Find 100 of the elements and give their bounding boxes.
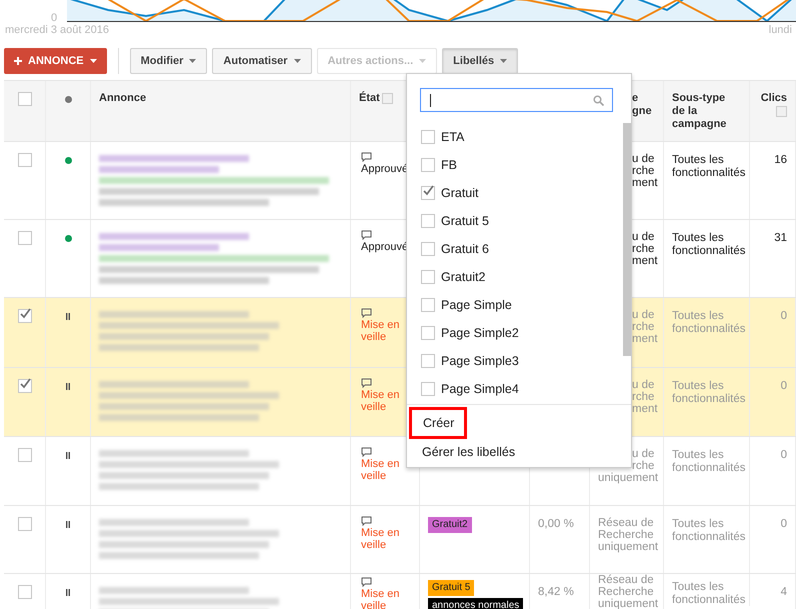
- campaign-type-text: ment: [632, 403, 655, 415]
- date-label: mercredi 3 août 2016: [5, 24, 109, 36]
- scrollbar-thumb[interactable]: [623, 123, 631, 356]
- label-tag: annonces normales: [428, 598, 524, 609]
- caret-icon: [500, 59, 508, 63]
- campaign-subtype-text: Toutes les fonctionnalités: [672, 518, 746, 543]
- status-text: Mise en veille: [361, 458, 401, 482]
- checkbox[interactable]: [18, 379, 32, 393]
- label-option[interactable]: Page Simple2: [407, 319, 619, 347]
- checkbox[interactable]: [421, 130, 435, 144]
- checkbox[interactable]: [421, 186, 435, 200]
- campaign-type-text: rche: [632, 243, 655, 255]
- checkbox[interactable]: [421, 214, 435, 228]
- campaign-subtype-text: Toutes les fonctionnalités: [672, 310, 746, 335]
- campaign-subtype-text: Toutes les fonctionnalités: [672, 380, 746, 405]
- clicks-value: 0: [780, 518, 787, 530]
- checkbox[interactable]: [421, 242, 435, 256]
- toolbar-button[interactable]: Libellés: [442, 48, 518, 74]
- status-text: Approuvé: [361, 241, 407, 253]
- toolbar-button[interactable]: Automatiser: [212, 48, 312, 74]
- campaign-type-text: rche: [632, 391, 655, 403]
- caret-icon: [294, 59, 301, 63]
- comment-icon: [361, 447, 372, 457]
- checkbox[interactable]: [18, 585, 32, 599]
- axis-tick-label: 0: [51, 12, 58, 24]
- label-option[interactable]: ETA: [407, 123, 619, 151]
- comment-icon: [361, 577, 372, 587]
- clicks-value: 0: [780, 380, 787, 392]
- label-option[interactable]: Page Simple4: [407, 375, 619, 403]
- campaign-type-text: u de: [632, 448, 655, 460]
- campaign-type-text: ment: [632, 255, 655, 267]
- checkbox[interactable]: [421, 158, 435, 172]
- checkbox[interactable]: [18, 92, 32, 106]
- campaign-subtype-text: Toutes les fonctionnalités: [672, 232, 746, 257]
- text-cursor: [430, 94, 431, 107]
- caret-icon: [189, 59, 196, 63]
- clicks-value: 4: [780, 586, 787, 598]
- comment-icon: [361, 378, 372, 388]
- checkbox[interactable]: [18, 448, 32, 462]
- campaign-type-text: ment: [632, 333, 655, 345]
- campaign-type-text: u de: [632, 153, 655, 165]
- clicks-value: 16: [774, 154, 787, 166]
- caret-icon: [419, 59, 426, 63]
- campaign-type-text: rche: [632, 321, 655, 333]
- toolbar-button[interactable]: Modifier: [130, 48, 208, 74]
- ctr-value: 8,42 %: [538, 586, 574, 598]
- campaign-type-text: u de: [632, 231, 655, 243]
- campaign-type-text: Recherche: [598, 529, 655, 541]
- clicks-value: 31: [774, 232, 787, 244]
- checkbox[interactable]: [18, 517, 32, 531]
- checkbox[interactable]: [18, 153, 32, 167]
- label-option[interactable]: Gratuit 5: [407, 207, 619, 235]
- date-label: lundi: [768, 24, 792, 36]
- help-icon: [776, 106, 787, 118]
- checkbox[interactable]: [421, 354, 435, 368]
- comment-icon: [361, 308, 372, 318]
- checkbox[interactable]: [421, 326, 435, 340]
- label-option[interactable]: Page Simple3: [407, 347, 619, 375]
- campaign-type-text: ment: [632, 177, 655, 189]
- campaign-type-text: u de: [632, 309, 655, 321]
- checkbox[interactable]: [421, 270, 435, 284]
- status-text: Mise en veille: [361, 588, 401, 609]
- campaign-type-text: u de: [632, 379, 655, 391]
- checkbox[interactable]: [421, 382, 435, 396]
- ctr-value: 0,00 %: [538, 518, 574, 530]
- campaign-type-text: Réseau de: [598, 574, 655, 586]
- clicks-value: 0: [780, 449, 787, 461]
- checkbox[interactable]: [18, 231, 32, 245]
- campaign-subtype-text: Toutes les fonctionnalités: [672, 581, 746, 606]
- status-dot: [64, 96, 72, 103]
- column-header: Annonce: [99, 92, 148, 105]
- checkbox[interactable]: [421, 298, 435, 312]
- campaign-subtype-text: Toutes les fonctionnalités: [672, 449, 746, 474]
- status-text: Mise en veille: [361, 319, 401, 343]
- plus-icon: [14, 57, 22, 65]
- column-header: gne: [632, 105, 653, 118]
- label-option[interactable]: Gratuit 6: [407, 235, 619, 263]
- column-header: Clics: [760, 92, 787, 105]
- search-field[interactable]: [420, 88, 613, 112]
- label-option[interactable]: Gratuit: [407, 179, 619, 207]
- label-tag: Gratuit 5: [428, 580, 474, 596]
- search-icon: [593, 95, 604, 106]
- campaign-type-text: rche: [632, 165, 655, 177]
- comment-icon: [361, 230, 372, 240]
- label-option[interactable]: FB: [407, 151, 619, 179]
- clicks-value: 0: [780, 310, 787, 322]
- comment-icon: [361, 516, 372, 526]
- menu-action[interactable]: Gérer les libellés: [409, 439, 528, 467]
- label-option[interactable]: Gratuit2: [407, 263, 619, 291]
- caret-icon: [90, 59, 97, 63]
- help-icon: [382, 93, 393, 104]
- status-text: Mise en veille: [361, 527, 401, 551]
- menu-action[interactable]: Créer: [409, 407, 468, 439]
- new-ad-button[interactable]: ANNONCE: [4, 48, 107, 74]
- status-text: Mise en veille: [361, 389, 401, 413]
- campaign-type-text: Réseau de: [598, 517, 655, 529]
- label-tag: Gratuit2: [428, 517, 472, 533]
- column-header: Sous-type de la campagne: [672, 92, 728, 131]
- label-option[interactable]: Page Simple: [407, 291, 619, 319]
- checkbox[interactable]: [18, 309, 32, 323]
